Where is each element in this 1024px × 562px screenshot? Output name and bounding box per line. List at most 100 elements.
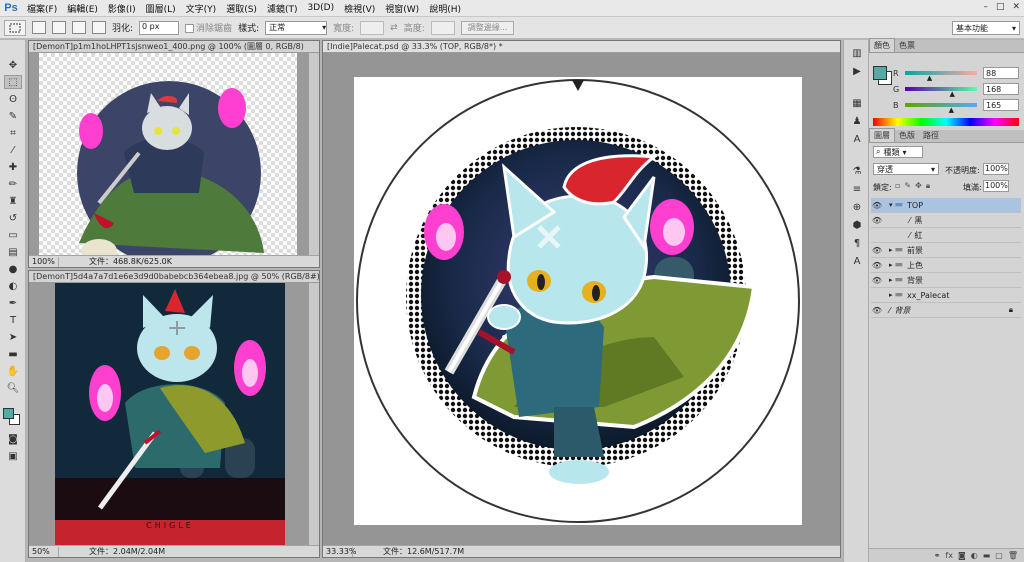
minimize-button[interactable]: –: [983, 2, 988, 12]
menu-view[interactable]: 檢視(V): [339, 2, 380, 15]
layer-name[interactable]: xx_Palecat: [907, 291, 949, 300]
path-select-tool-icon[interactable]: ➤: [4, 330, 22, 344]
history-brush-tool-icon[interactable]: ↺: [4, 211, 22, 225]
layer-row-foreground[interactable]: 👁︎ ▸ ▬ 前景: [871, 243, 1021, 258]
history-icon[interactable]: ▥: [850, 46, 864, 60]
zoom-tool-icon[interactable]: 🔍︎: [4, 381, 22, 395]
crop-tool-icon[interactable]: ⌗: [4, 126, 22, 140]
layer-name[interactable]: 上色: [907, 260, 923, 271]
shape-tool-icon[interactable]: ▬: [4, 347, 22, 361]
intersect-selection-icon[interactable]: [92, 21, 106, 34]
layer-row-background[interactable]: 👁︎ ⁄ 背景 🔒︎: [871, 303, 1021, 318]
brush-panel-icon[interactable]: ▦: [850, 96, 864, 110]
document-1-canvas[interactable]: [39, 53, 297, 265]
green-value-input[interactable]: 168: [983, 83, 1019, 95]
chevron-right-icon[interactable]: ▸: [889, 246, 893, 254]
close-button[interactable]: ✕: [1012, 2, 1020, 12]
chevron-down-icon[interactable]: ▾: [889, 201, 893, 209]
trash-icon[interactable]: 🗑︎: [1008, 551, 1018, 560]
swap-icon[interactable]: ⇄: [390, 23, 398, 33]
document-1-scrollbar[interactable]: [309, 53, 319, 255]
eye-icon[interactable]: 👁︎: [871, 201, 883, 210]
move-tool-icon[interactable]: ✥: [4, 58, 22, 72]
subtract-selection-icon[interactable]: [72, 21, 86, 34]
tab-paths[interactable]: 路徑: [919, 129, 943, 142]
layer-name[interactable]: 黑: [914, 215, 922, 226]
healing-brush-tool-icon[interactable]: ✚: [4, 160, 22, 174]
tab-channels[interactable]: 色版: [895, 129, 919, 142]
document-window-main[interactable]: [Indie]Palecat.psd @ 33.3% (TOP, RGB/8*)…: [322, 40, 841, 558]
layer-row-xx-palecat[interactable]: ▸ ▬ xx_Palecat: [871, 288, 1021, 303]
type-panel-icon[interactable]: A: [850, 254, 864, 268]
screen-mode-icon[interactable]: ▣: [4, 449, 22, 463]
document-2-info[interactable]: 文件：2.04M/2.04M: [59, 546, 165, 557]
clone-stamp-tool-icon[interactable]: ♜: [4, 194, 22, 208]
layer-row-color[interactable]: 👁︎ ▸ ▬ 上色: [871, 258, 1021, 273]
menu-help[interactable]: 說明(H): [424, 2, 466, 15]
antialias-checkbox[interactable]: 消除鋸齒: [185, 21, 232, 34]
blur-tool-icon[interactable]: ●: [4, 262, 22, 276]
add-selection-icon[interactable]: [52, 21, 66, 34]
dodge-tool-icon[interactable]: ◐: [4, 279, 22, 293]
tab-layers[interactable]: 圖層: [869, 128, 895, 142]
eyedropper-tool-icon[interactable]: ⁄: [4, 143, 22, 157]
feather-input[interactable]: 0 px: [139, 20, 180, 35]
main-document-tab[interactable]: [Indie]Palecat.psd @ 33.3% (TOP, RGB/8*)…: [323, 41, 840, 53]
document-1-info[interactable]: 文件：468.8K/625.0K: [59, 256, 172, 267]
chevron-right-icon[interactable]: ▸: [889, 291, 893, 299]
document-2-scrollbar[interactable]: [309, 283, 319, 545]
layer-name[interactable]: 前景: [907, 245, 923, 256]
color-foreground-swatch[interactable]: [873, 66, 887, 80]
lasso-tool-icon[interactable]: ʘ: [4, 92, 22, 106]
menu-file[interactable]: 檔案(F): [22, 2, 62, 15]
style-select[interactable]: 正常 ▾: [265, 20, 328, 35]
document-2-tab[interactable]: [DemonT]5d4a7a7d1e6e3d9d0babebcb364ebea8…: [29, 271, 319, 283]
quick-mask-icon[interactable]: ◙: [4, 432, 22, 446]
main-document-zoom[interactable]: 33.33%: [323, 546, 357, 557]
layer-row-background-group[interactable]: 👁︎ ▸ ▬ 背景: [871, 273, 1021, 288]
3d-icon[interactable]: ⬢: [850, 218, 864, 232]
lock-icons[interactable]: ▫✎✥🔒︎: [895, 181, 934, 191]
blue-value-input[interactable]: 165: [983, 99, 1019, 111]
eye-icon[interactable]: 👁︎: [871, 216, 883, 225]
red-value-input[interactable]: 88: [983, 67, 1019, 79]
document-2-canvas[interactable]: CHIGLE: [55, 283, 285, 545]
red-slider[interactable]: ▲: [905, 71, 977, 82]
new-selection-icon[interactable]: [32, 21, 46, 34]
width-input[interactable]: [360, 20, 385, 35]
menu-select[interactable]: 選取(S): [221, 2, 262, 15]
clone-source-icon[interactable]: ♟: [850, 114, 864, 128]
document-window-1[interactable]: [DemonT]p1m1hoLHPT1sjsnweo1_400.png @ 10…: [28, 40, 320, 268]
eye-icon[interactable]: 👁︎: [871, 276, 883, 285]
menu-filter[interactable]: 濾鏡(T): [262, 2, 303, 15]
tool-preset-picker[interactable]: [4, 19, 26, 36]
character-icon[interactable]: A: [850, 132, 864, 146]
layer-name[interactable]: 背景: [894, 305, 910, 316]
layer-row-top[interactable]: 👁︎ ▾ ▬ TOP: [871, 198, 1021, 213]
maximize-button[interactable]: □: [996, 2, 1005, 12]
eye-icon[interactable]: 👁︎: [871, 246, 883, 255]
paragraph-icon[interactable]: ¶: [850, 236, 864, 250]
quick-select-tool-icon[interactable]: ✎: [4, 109, 22, 123]
layer-mask-icon[interactable]: ◙: [958, 551, 966, 560]
fill-input[interactable]: 100%: [983, 180, 1009, 192]
link-layers-icon[interactable]: ⚭: [934, 551, 941, 560]
info-icon[interactable]: ≡: [850, 182, 864, 196]
new-group-icon[interactable]: ▬: [983, 551, 991, 560]
opacity-input[interactable]: 100%: [983, 163, 1009, 175]
document-window-2[interactable]: [DemonT]5d4a7a7d1e6e3d9d0babebcb364ebea8…: [28, 270, 320, 558]
blend-mode-select[interactable]: 穿透 ▾: [873, 163, 939, 175]
pen-tool-icon[interactable]: ✒: [4, 296, 22, 310]
layer-filter-select[interactable]: ⌕ 種類 ▾: [873, 146, 923, 158]
main-document-info[interactable]: 文件：12.6M/517.7M: [353, 546, 464, 557]
eye-icon[interactable]: 👁︎: [871, 306, 883, 315]
chevron-right-icon[interactable]: ▸: [889, 276, 893, 284]
layer-name[interactable]: 背景: [907, 275, 923, 286]
tab-swatches[interactable]: 色票: [895, 39, 919, 52]
color-spectrum-bar[interactable]: [873, 118, 1019, 126]
workspace-select[interactable]: 基本功能 ▾: [952, 21, 1020, 35]
brush-tool-icon[interactable]: ✏: [4, 177, 22, 191]
eye-icon[interactable]: 👁︎: [871, 261, 883, 270]
gradient-tool-icon[interactable]: ▤: [4, 245, 22, 259]
menu-layer[interactable]: 圖層(L): [141, 2, 181, 15]
